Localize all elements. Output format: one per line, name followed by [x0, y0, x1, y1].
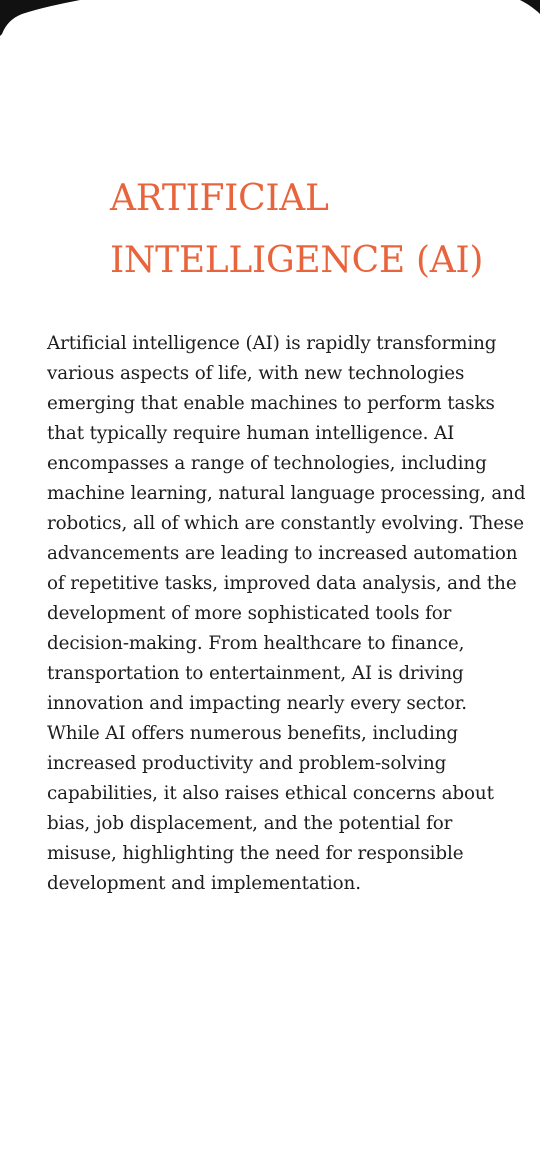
text-line: transportation to entertainment, AI is d… [47, 663, 464, 684]
text-line: bias, job displacement, and the potentia… [47, 813, 453, 834]
body-paragraph: Artificial intelligence (AI) is rapidly … [47, 329, 526, 899]
text-line: that typically require human intelligenc… [47, 423, 455, 444]
text-line: decision-making. From healthcare to fina… [47, 633, 465, 654]
text-line: misuse, highlighting the need for respon… [47, 843, 464, 864]
text-line: increased productivity and problem-solvi… [47, 753, 447, 774]
document-title: ARTIFICIAL INTELLIGENCE (AI) [110, 168, 483, 292]
text-line: development and implementation. [47, 873, 361, 894]
text-line: machine learning, natural language proce… [47, 483, 526, 504]
title-line: ARTIFICIAL [110, 178, 329, 219]
text-line: of repetitive tasks, improved data analy… [47, 573, 517, 594]
text-line: emerging that enable machines to perform… [47, 393, 495, 414]
text-line: robotics, all of which are constantly ev… [47, 513, 524, 534]
text-line: encompasses a range of technologies, inc… [47, 453, 487, 474]
text-line: While AI offers numerous benefits, inclu… [47, 723, 459, 744]
title-line: INTELLIGENCE (AI) [110, 240, 484, 281]
text-line: advancements are leading to increased au… [47, 543, 518, 564]
text-line: development of more sophisticated tools … [47, 603, 452, 624]
text-line: various aspects of life, with new techno… [47, 363, 465, 384]
text-line: Artificial intelligence (AI) is rapidly … [47, 333, 497, 354]
document-page: ARTIFICIAL INTELLIGENCE (AI) Artificial … [0, 0, 540, 1170]
text-line: innovation and impacting nearly every se… [47, 693, 467, 714]
text-line: capabilities, it also raises ethical con… [47, 783, 494, 804]
